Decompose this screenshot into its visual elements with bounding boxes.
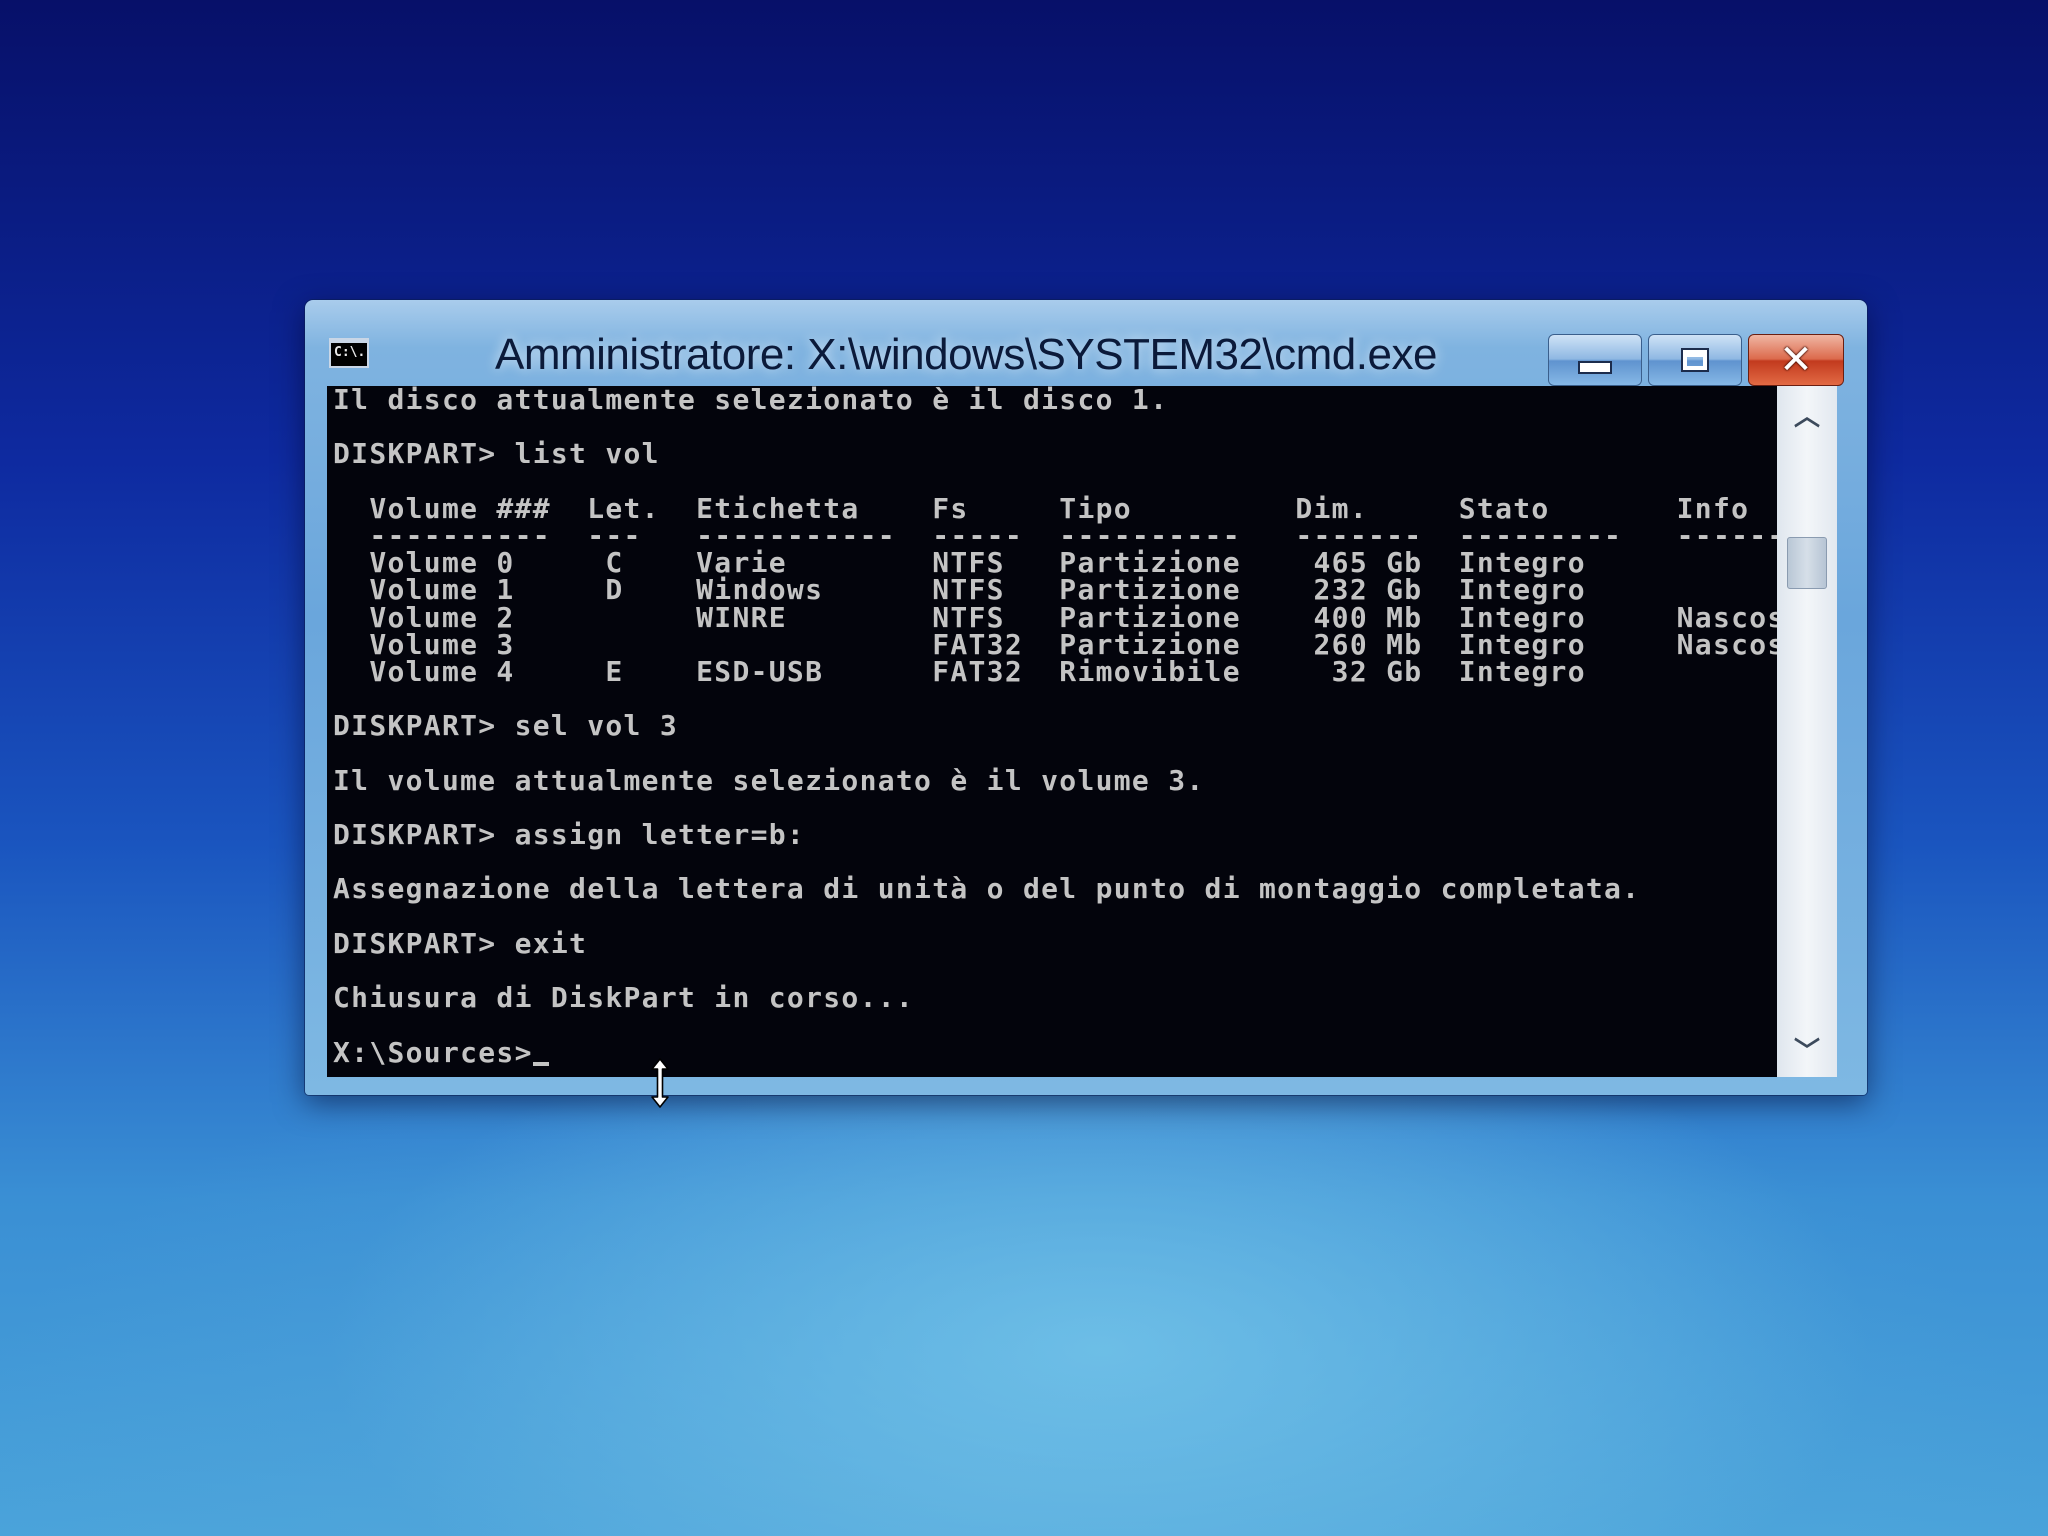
console-line: Volume 4 E ESD-USB FAT32 Rimovibile 32 G… [333,654,1586,688]
console-line: Chiusura di DiskPart in corso... [333,981,915,1015]
scroll-up-button[interactable]: ︿ [1777,386,1837,442]
console-line: Il volume attualmente selezionato è il v… [333,763,1205,797]
maximize-button[interactable] [1648,334,1742,386]
console-text: Il disco attualmente selezionato è il di… [327,386,1777,1066]
console-line: DISKPART> sel vol 3 [333,709,678,743]
command-prompt-icon[interactable]: C:\. [329,338,369,368]
console-line: DISKPART> exit [333,926,588,960]
close-button[interactable]: ✕ [1748,334,1844,386]
console-line: Il disco attualmente selezionato è il di… [333,386,1169,416]
title-bar[interactable]: C:\. Amministratore: X:\windows\SYSTEM32… [305,300,1867,386]
chevron-down-icon: ﹀ [1793,1036,1820,1067]
console-line: Assegnazione della lettera di unità o de… [333,872,1641,906]
text-cursor [532,1061,549,1066]
resize-cursor-icon [651,1058,669,1108]
chevron-up-icon: ︿ [1793,401,1820,432]
console-line: Volume 1 D Windows NTFS Partizione 232 G… [333,573,1586,607]
console-output[interactable]: Il disco attualmente selezionato è il di… [327,386,1777,1077]
console-line: DISKPART> list vol [333,437,660,471]
console-line: ---------- --- ----------- ----- -------… [333,518,1777,552]
cmd-window[interactable]: C:\. Amministratore: X:\windows\SYSTEM32… [305,300,1867,1095]
maximize-icon [1683,350,1707,370]
console-line: DISKPART> assign letter=b: [333,818,806,851]
console-line: X:\Sources> [333,1038,1777,1066]
minimize-icon [1578,360,1612,374]
vertical-scrollbar[interactable]: ︿ ﹀ [1777,386,1837,1077]
scroll-down-button[interactable]: ﹀ [1777,1021,1837,1077]
close-icon: ✕ [1779,337,1813,383]
minimize-button[interactable] [1548,334,1642,386]
console-line: Volume 2 WINRE NTFS Partizione 400 Mb In… [333,600,1777,634]
console-line: Volume ### Let. Etichetta Fs Tipo Dim. S… [333,491,1750,525]
console-line: Volume 0 C Varie NTFS Partizione 465 Gb … [333,546,1586,580]
scroll-thumb[interactable] [1787,536,1827,589]
console-line: Volume 3 FAT32 Partizione 260 Mb Integro… [333,627,1777,661]
window-title: Amministratore: X:\windows\SYSTEM32\cmd.… [495,330,1437,379]
